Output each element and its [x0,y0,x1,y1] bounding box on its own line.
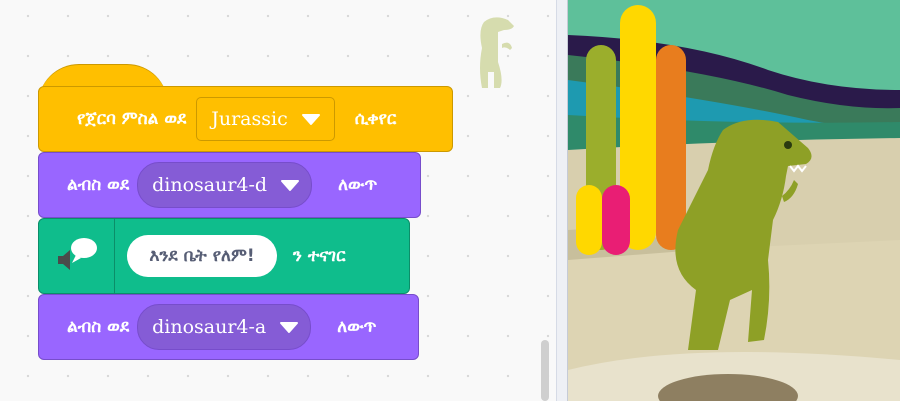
switch-costume-block-1[interactable]: ልብስ ወደ dinosaur4-d ለውጥ [38,152,421,218]
stage-divider [556,0,568,401]
switch-costume-label: ልብስ ወደ [67,317,130,337]
when-backdrop-switches-block[interactable]: የጀርባ ምስል ወደ Jurassic ሲቀየር [38,86,453,152]
switch-costume-block-2[interactable]: ልብስ ወደ dinosaur4-a ለውጥ [38,294,419,360]
workspace-scrollbar[interactable] [541,340,549,401]
dinosaur-sprite-ghost-icon [480,17,514,88]
speak-text-value: እንደ ቤት የለም! [149,246,255,266]
backdrop-dropdown[interactable]: Jurassic [196,97,335,141]
costume-dropdown-1[interactable]: dinosaur4-d [137,162,313,208]
switch-costume-label: ልብስ ወደ [67,175,130,195]
speak-block[interactable]: እንደ ቤት የለም! ን ተናገር [38,218,410,294]
chevron-down-icon [280,322,299,333]
speak-text-input[interactable]: እንደ ቤት የለም! [127,235,277,277]
costume-dropdown-value: dinosaur4-d [152,174,268,196]
speaker-speech-bubble-icon [57,238,97,270]
switch-costume-suffix: ለውጥ [338,175,378,195]
jurassic-backdrop [568,0,900,401]
chevron-down-icon [301,114,320,125]
hat-block-suffix: ሲቀየር [354,109,397,129]
backdrop-dropdown-value: Jurassic [211,108,288,130]
speak-extension-icon-area [39,219,115,293]
chevron-down-icon [281,180,300,191]
code-workspace[interactable]: የጀርባ ምስል ወደ Jurassic ሲቀየር ልብስ ወደ dinosau… [0,0,556,401]
switch-costume-suffix: ለውጥ [337,317,377,337]
costume-dropdown-2[interactable]: dinosaur4-a [137,304,312,350]
speak-suffix: ን ተናገር [293,246,346,266]
stage-canvas[interactable] [568,0,900,401]
hat-block-label: የጀርባ ምስል ወደ [77,109,187,129]
costume-dropdown-value: dinosaur4-a [152,316,267,338]
